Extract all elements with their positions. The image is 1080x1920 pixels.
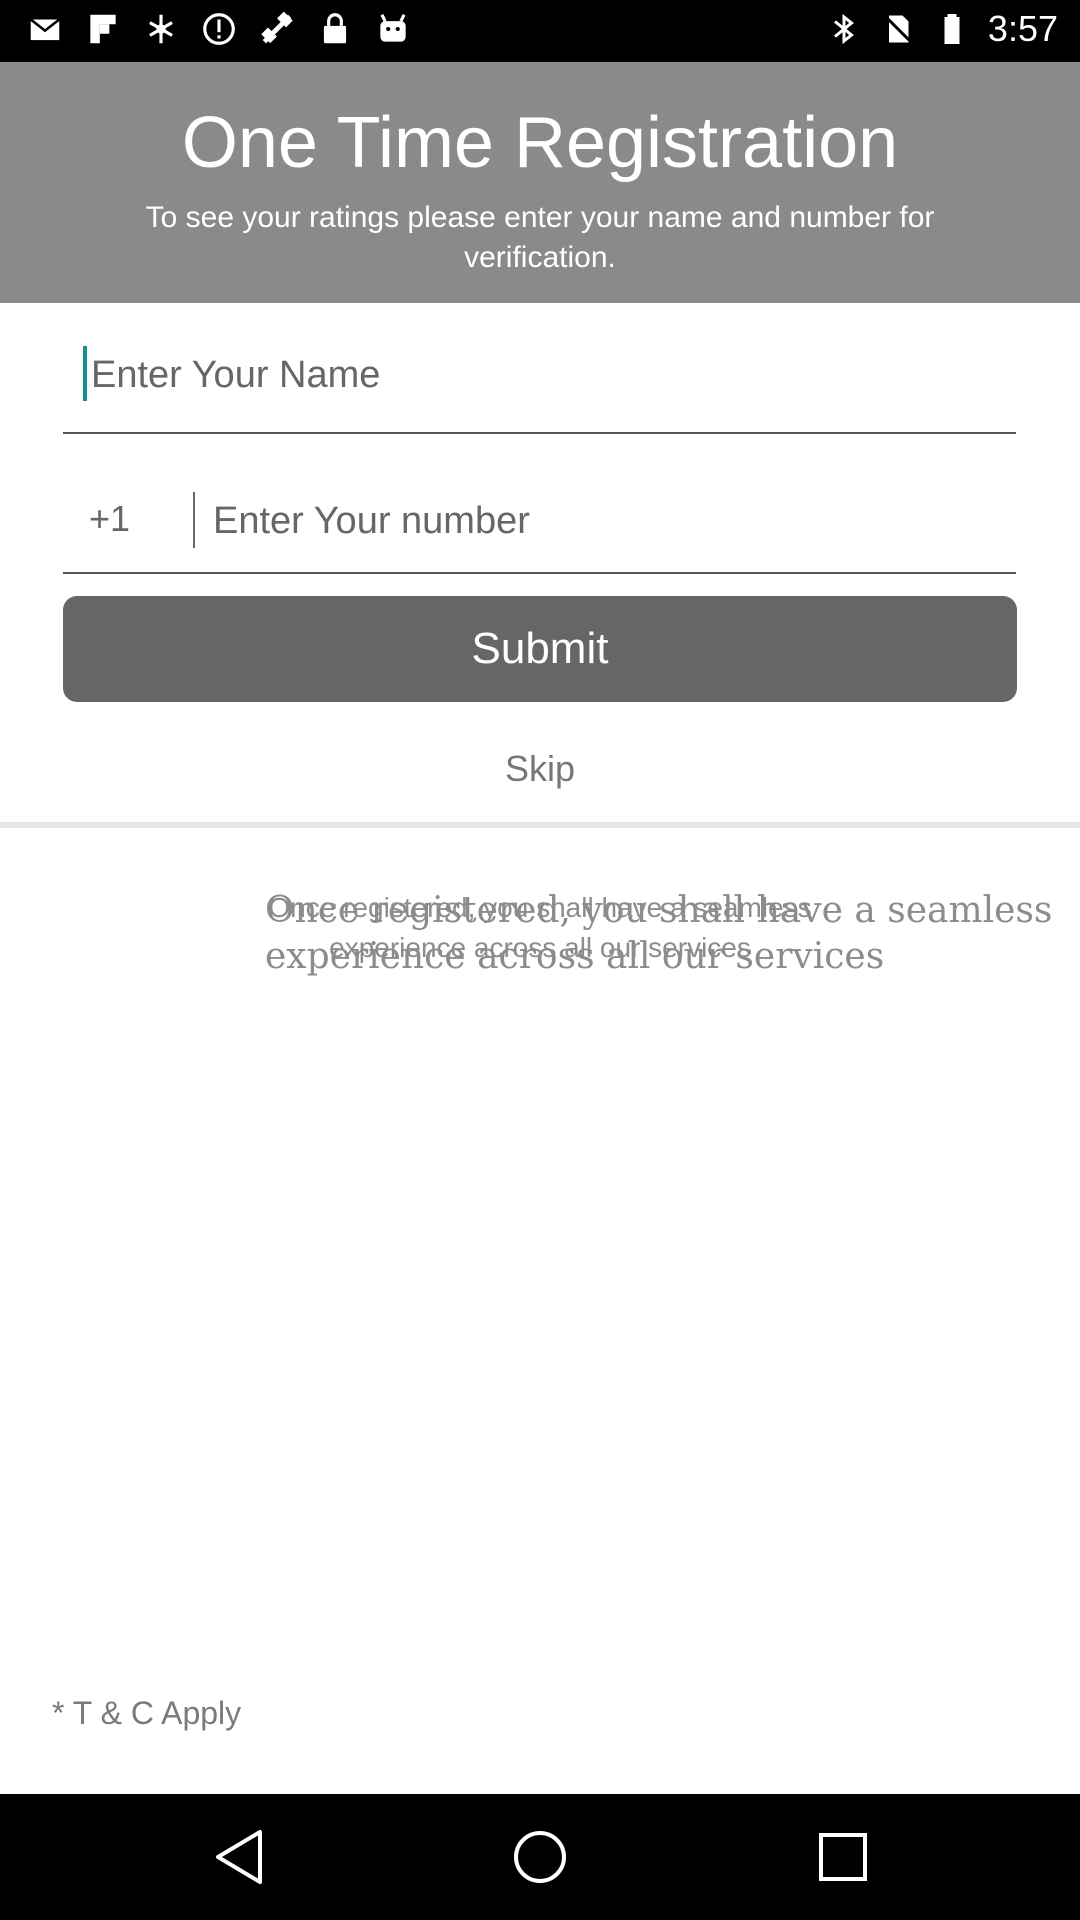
recents-button[interactable]: [810, 1824, 876, 1890]
info-message-line-2: experience across all our services: [265, 936, 885, 977]
name-field[interactable]: [63, 330, 1016, 434]
no-sim-icon: [880, 9, 916, 49]
info-message-line-1: Once registered, you shall have a seamle…: [265, 890, 1053, 931]
submit-button[interactable]: Submit: [63, 596, 1017, 702]
phone-number-input[interactable]: [213, 488, 993, 554]
registration-header: One Time Registration To see your rating…: [0, 62, 1080, 303]
status-bar: 3:57: [0, 0, 1080, 62]
section-divider: [0, 822, 1080, 828]
name-input[interactable]: [87, 340, 991, 410]
flipboard-icon: [84, 10, 122, 48]
navigation-bar: [0, 1794, 1080, 1920]
satellite-icon: [142, 10, 180, 48]
phone-divider: [193, 492, 195, 548]
notification-icons: [26, 10, 412, 48]
bluetooth-icon: [826, 9, 862, 49]
home-icon: [507, 1824, 573, 1890]
home-button[interactable]: [507, 1824, 573, 1890]
phone-field[interactable]: +1: [63, 480, 1016, 574]
lock-icon: [316, 10, 354, 48]
fake-gps-icon: [258, 10, 296, 48]
skip-link[interactable]: Skip: [0, 748, 1080, 790]
battery-icon: [934, 9, 970, 49]
alert-icon: [200, 10, 238, 48]
mail-icon: [26, 10, 64, 48]
android-icon: [374, 10, 412, 48]
page-title: One Time Registration: [181, 103, 899, 183]
recents-icon: [810, 1824, 876, 1890]
back-button[interactable]: [210, 1824, 276, 1890]
system-status: 3:57: [826, 8, 1058, 50]
info-message-large: Once registered, you shall have a seamle…: [265, 888, 1080, 980]
terms-note[interactable]: * T & C Apply: [52, 1695, 241, 1732]
page-subtitle: To see your ratings please enter your na…: [145, 201, 935, 274]
back-icon: [210, 1824, 276, 1890]
status-time: 3:57: [987, 8, 1058, 49]
country-code[interactable]: +1: [89, 498, 130, 540]
